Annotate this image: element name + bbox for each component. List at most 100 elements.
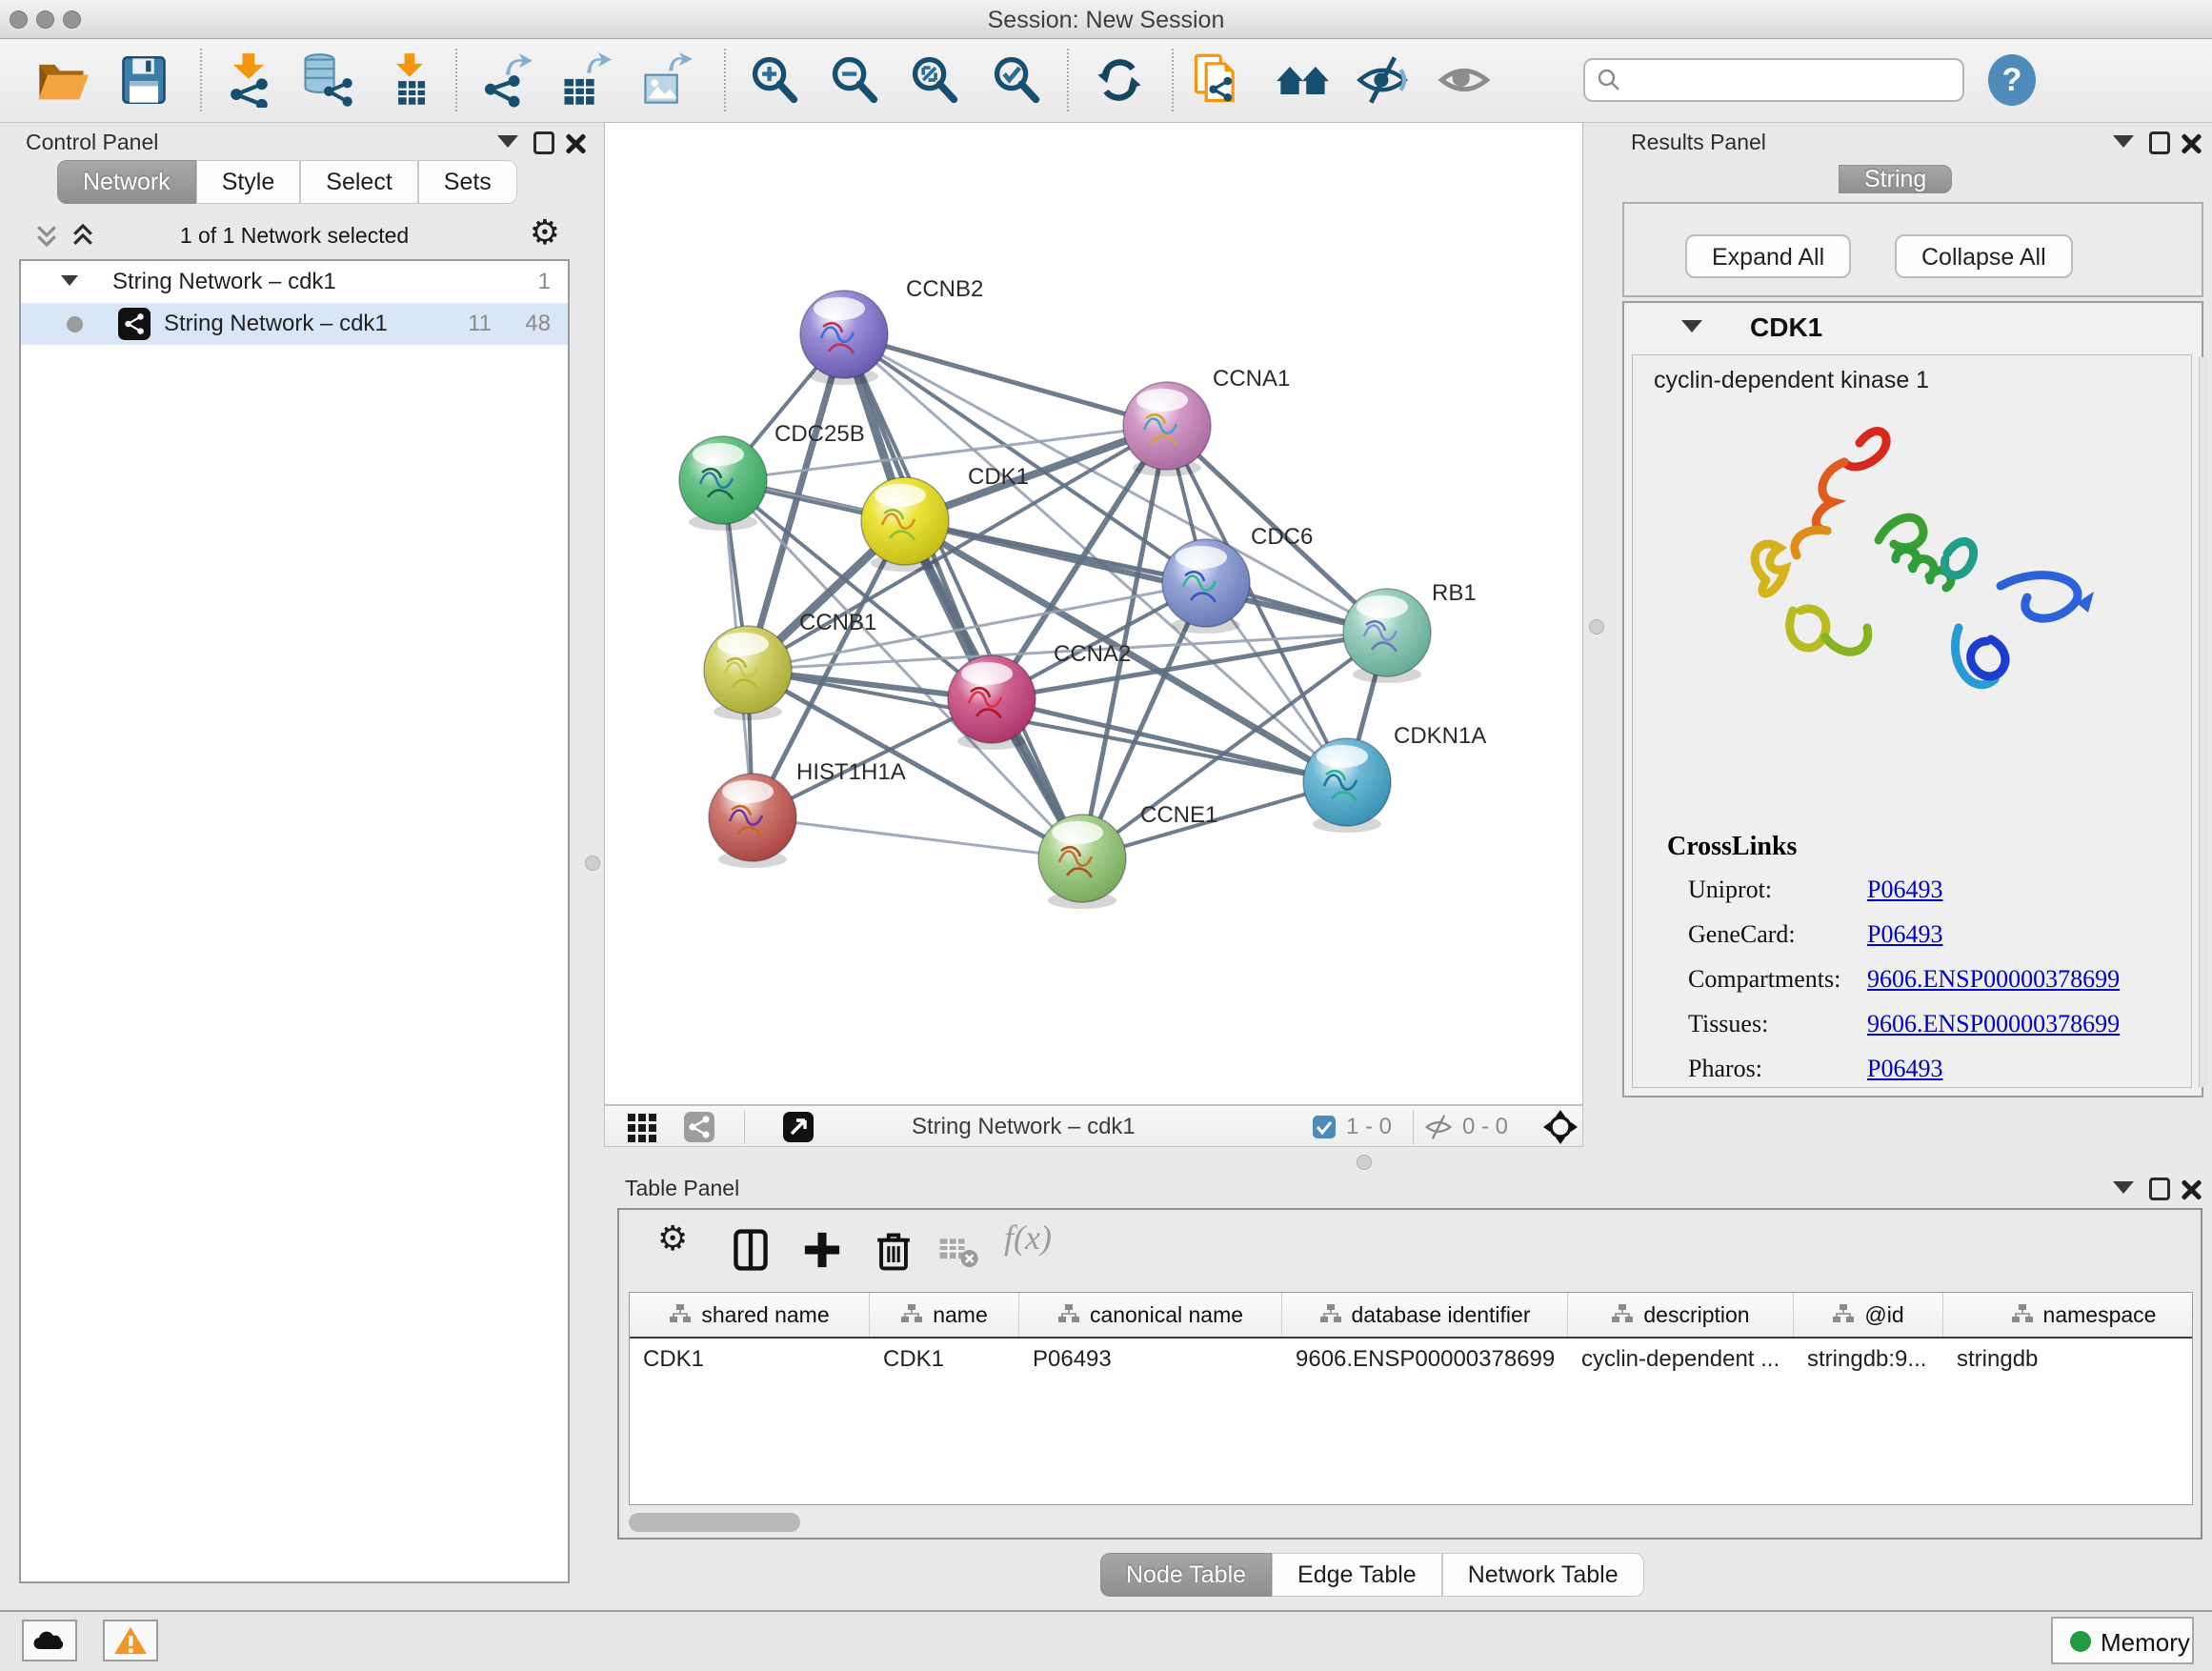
function-builder-icon[interactable]: f(x)	[1004, 1218, 1080, 1259]
hidden-eye-slash-icon[interactable]	[1424, 1113, 1453, 1141]
crosslink-link[interactable]: P06493	[1867, 876, 1942, 904]
network-node-CCNA1[interactable]: CCNA1	[1123, 366, 1290, 476]
zoom-fit-button[interactable]	[907, 52, 962, 108]
results-panel-close-icon[interactable]	[2180, 131, 2202, 154]
network-node-HIST1H1A[interactable]: HIST1H1A	[709, 759, 906, 868]
network-view-canvas[interactable]: CCNB2CCNA1CDC25BCDK1CDC6RB1CCNB1CCNA2CDK…	[604, 122, 1583, 1105]
cloud-status-button[interactable]	[22, 1620, 77, 1661]
table-panel-box: ⚙ f(x) shared namenamecanonical namedata…	[617, 1208, 2202, 1540]
tab-network[interactable]: Network	[57, 160, 196, 204]
collection-expand-caret-icon[interactable]	[61, 275, 78, 286]
table-cell[interactable]: P06493	[1019, 1339, 1282, 1380]
collapse-all-button[interactable]: Collapse All	[1895, 234, 2073, 278]
table-cell[interactable]: cyclin-dependent ...	[1568, 1339, 1794, 1380]
column-header-@id[interactable]: @id	[1794, 1293, 1943, 1337]
table-horizontal-scrollbar[interactable]	[629, 1513, 800, 1532]
table-cell[interactable]: CDK1	[870, 1339, 1019, 1380]
tab-node-table[interactable]: Node Table	[1100, 1553, 1272, 1597]
table-cell[interactable]: stringdb	[1943, 1339, 2193, 1380]
birdseye-view-icon[interactable]	[626, 1111, 658, 1143]
results-panel-menu-caret-icon[interactable]	[2113, 135, 2134, 148]
network-options-gear-icon[interactable]: ⚙	[530, 213, 560, 252]
tab-network-table[interactable]: Network Table	[1442, 1553, 1644, 1597]
export-table-button[interactable]	[557, 52, 613, 108]
fit-selected-crosshair-icon[interactable]	[1542, 1109, 1579, 1145]
control-panel-float-icon[interactable]	[533, 131, 554, 154]
network-edge[interactable]	[844, 334, 1167, 426]
import-network-from-database-button[interactable]	[298, 52, 353, 108]
warning-status-button[interactable]	[103, 1620, 158, 1661]
table-panel-close-icon[interactable]	[2180, 1178, 2202, 1200]
table-cell[interactable]: 9606.ENSP00000378699	[1282, 1339, 1568, 1380]
node-table[interactable]: shared namenamecanonical namedatabase id…	[629, 1292, 2193, 1505]
table-panel-float-icon[interactable]	[2149, 1178, 2170, 1200]
column-header-description[interactable]: description	[1568, 1293, 1794, 1337]
network-node-CCNE1[interactable]: CCNE1	[1038, 802, 1217, 909]
save-session-button[interactable]	[116, 52, 171, 108]
network-current-dot-icon	[67, 316, 83, 332]
network-node-CDC25B[interactable]: CDC25B	[679, 421, 865, 531]
search-input[interactable]	[1623, 62, 1962, 98]
zoom-in-button[interactable]	[747, 52, 802, 108]
duplicate-network-button[interactable]	[1190, 52, 1245, 108]
zoom-selected-button[interactable]	[989, 52, 1044, 108]
tab-select[interactable]: Select	[300, 160, 417, 204]
horizontal-splitter-handle[interactable]	[1357, 1155, 1372, 1170]
crosslink-row: Pharos:P06493	[1667, 1055, 2182, 1099]
help-button[interactable]: ?	[1988, 54, 2036, 106]
expand-all-button[interactable]: Expand All	[1685, 234, 1851, 278]
add-column-icon[interactable]	[801, 1229, 843, 1271]
import-table-button[interactable]	[383, 52, 438, 108]
network-row[interactable]: String Network – cdk1 11 48	[21, 303, 568, 345]
crosslink-link[interactable]: 9606.ENSP00000378699	[1867, 965, 2120, 994]
crosslink-link[interactable]: P06493	[1867, 920, 1942, 949]
open-session-button[interactable]	[34, 52, 90, 108]
vertical-splitter-handle[interactable]	[585, 856, 600, 871]
results-button-box: Expand All Collapse All	[1622, 202, 2203, 297]
network-edge[interactable]	[992, 699, 1347, 782]
network-share-icon[interactable]	[683, 1111, 715, 1143]
refresh-button[interactable]	[1092, 52, 1147, 108]
table-options-gear-icon[interactable]: ⚙	[657, 1219, 699, 1261]
tab-edge-table[interactable]: Edge Table	[1272, 1553, 1442, 1597]
gene-header-row[interactable]: CDK1	[1624, 307, 2202, 352]
open-in-window-icon[interactable]	[782, 1111, 814, 1143]
show-columns-icon[interactable]	[730, 1229, 772, 1271]
delete-table-icon[interactable]	[937, 1229, 979, 1271]
search-box[interactable]	[1583, 58, 1964, 102]
export-network-button[interactable]	[478, 52, 533, 108]
network-node-CDKN1A[interactable]: CDKN1A	[1303, 723, 1486, 833]
results-panel-float-icon[interactable]	[2149, 131, 2170, 154]
gene-expand-caret-icon[interactable]	[1681, 320, 1702, 332]
column-header-database-identifier[interactable]: database identifier	[1282, 1293, 1568, 1337]
network-results-splitter-handle[interactable]	[1589, 619, 1604, 634]
tab-style[interactable]: Style	[196, 160, 301, 204]
control-panel-close-icon[interactable]	[564, 131, 587, 154]
table-row[interactable]: CDK1CDK1P064939606.ENSP00000378699cyclin…	[630, 1339, 2192, 1380]
selected-checkbox-icon[interactable]	[1312, 1115, 1337, 1139]
results-scrollbar[interactable]	[2199, 357, 2208, 1087]
delete-column-trash-icon[interactable]	[873, 1229, 915, 1271]
table-panel-menu-caret-icon[interactable]	[2113, 1181, 2134, 1194]
export-image-button[interactable]	[639, 52, 694, 108]
zoom-out-button[interactable]	[827, 52, 882, 108]
network-collection-row[interactable]: String Network – cdk1 1	[21, 261, 568, 303]
network-edge[interactable]	[753, 817, 1082, 858]
show-all-eye-icon[interactable]	[1437, 52, 1492, 108]
import-network-button[interactable]	[222, 52, 277, 108]
table-cell[interactable]: CDK1	[630, 1339, 870, 1380]
tab-sets[interactable]: Sets	[418, 160, 517, 204]
column-header-namespace[interactable]: namespace	[1943, 1293, 2193, 1337]
home-networks-button[interactable]	[1276, 52, 1331, 108]
control-panel-menu-caret-icon[interactable]	[497, 135, 518, 148]
column-header-name[interactable]: name	[870, 1293, 1019, 1337]
network-node-RB1[interactable]: RB1	[1343, 580, 1477, 683]
crosslink-link[interactable]: 9606.ENSP00000378699	[1867, 1010, 2120, 1038]
column-header-shared-name[interactable]: shared name	[630, 1293, 870, 1337]
memory-button[interactable]: Memory	[2051, 1617, 2194, 1664]
results-tab-string[interactable]: String	[1839, 158, 1952, 200]
crosslink-link[interactable]: P06493	[1867, 1055, 1942, 1083]
hide-selected-eye-slash-icon[interactable]	[1355, 52, 1410, 108]
table-cell[interactable]: stringdb:9...	[1794, 1339, 1943, 1380]
column-header-canonical-name[interactable]: canonical name	[1019, 1293, 1282, 1337]
